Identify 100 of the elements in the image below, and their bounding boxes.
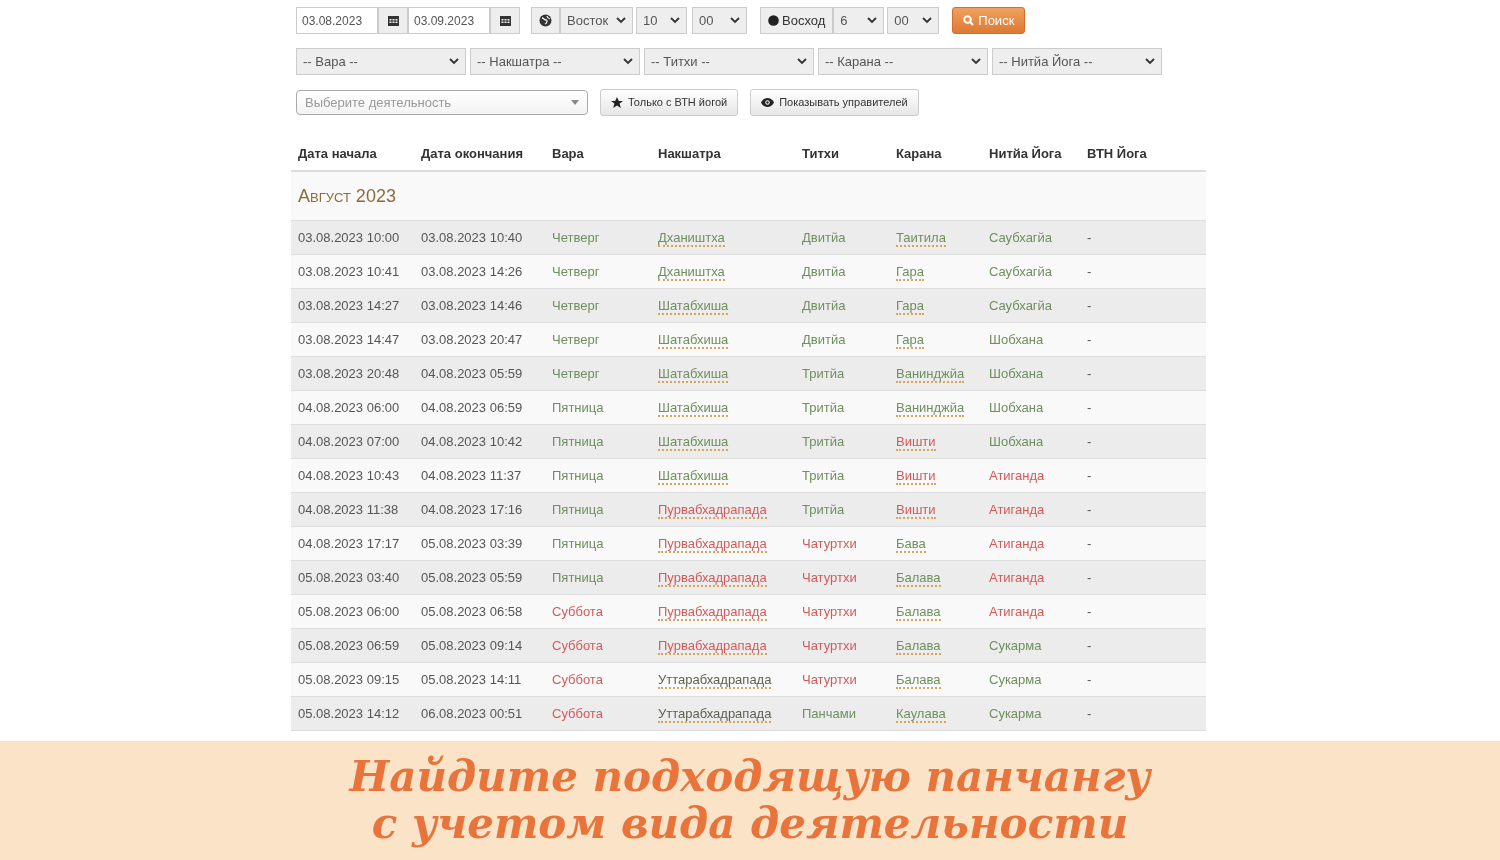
table-cell: Саубхагйа	[989, 229, 1053, 245]
table-cell: Суббота	[552, 705, 603, 721]
hour-select[interactable]: 10	[636, 7, 687, 34]
term-link[interactable]: Шатабхиша	[658, 297, 729, 315]
term-link[interactable]: Шатабхиша	[658, 331, 729, 349]
chevron-icon	[971, 58, 981, 65]
filter-select[interactable]: -- Карана --	[818, 48, 988, 75]
filter-select[interactable]: -- Накшатра --	[470, 48, 640, 75]
term-link[interactable]: Дхаништха	[658, 263, 725, 281]
table-cell: Пятница	[552, 399, 604, 415]
term-link[interactable]: Пурвабхадрапада	[658, 501, 767, 519]
table-cell: 05.08.2023 09:15	[298, 671, 400, 687]
table-cell: Шобхана	[989, 399, 1044, 415]
table-cell: Атиганда	[989, 467, 1045, 483]
term-link[interactable]: Дхаништха	[658, 229, 725, 247]
date-field[interactable]: 03.09.2023	[408, 7, 490, 34]
table-cell: -	[1087, 399, 1092, 415]
table-cell: 03.08.2023 20:48	[298, 365, 400, 381]
table-cell: -	[1087, 229, 1092, 245]
term-link[interactable]: Уттарабхадрапада	[658, 705, 772, 723]
term-link[interactable]: Вишти	[896, 433, 936, 451]
term-link[interactable]: Каулава	[896, 705, 946, 723]
term-link[interactable]: Бава	[896, 535, 926, 553]
filter-select[interactable]: -- Вара --	[296, 48, 466, 75]
table-cell: Двитйа	[802, 263, 846, 279]
term-link[interactable]: Шатабхиша	[658, 433, 729, 451]
table-cell: 05.08.2023 14:11	[421, 671, 522, 687]
term-link[interactable]: Гара	[896, 297, 924, 315]
table-cell: Четверг	[552, 365, 600, 381]
table-cell: Панчами	[802, 705, 856, 721]
table-cell: Чатуртхи	[802, 671, 857, 687]
column-header: Титхи	[802, 145, 841, 164]
chevron-icon	[623, 58, 633, 65]
table-cell: 05.08.2023 06:58	[421, 603, 523, 619]
filter-select[interactable]: -- Титхи --	[644, 48, 814, 75]
term-link[interactable]: Вишти	[896, 467, 936, 485]
calendar-icon[interactable]	[378, 7, 408, 34]
table-cell: 05.08.2023 03:39	[421, 535, 523, 551]
table-cell: 03.08.2023 14:27	[298, 297, 400, 313]
term-link[interactable]: Балава	[896, 637, 941, 655]
table-cell: Саубхагйа	[989, 263, 1053, 279]
table-cell: Сукарма	[989, 671, 1042, 687]
table-cell: Чатуртхи	[802, 603, 857, 619]
term-link[interactable]: Шатабхиша	[658, 399, 729, 417]
term-link[interactable]: Гара	[896, 331, 924, 349]
table-cell: -	[1087, 501, 1092, 517]
term-link[interactable]: Балава	[896, 569, 941, 587]
table-cell: Сукарма	[989, 637, 1042, 653]
table-cell: 04.08.2023 05:59	[421, 365, 523, 381]
table-cell: Тритйа	[802, 365, 845, 381]
table-cell: -	[1087, 297, 1092, 313]
table-cell: 04.08.2023 17:16	[421, 501, 523, 517]
table-cell: Четверг	[552, 331, 600, 347]
hour-select[interactable]: 6	[833, 7, 885, 34]
table-cell: 04.08.2023 06:59	[421, 399, 523, 415]
term-link[interactable]: Гара	[896, 263, 924, 281]
term-link[interactable]: Пурвабхадрапада	[658, 569, 767, 587]
banner-text: Найдите подходящую панчангу	[349, 754, 1151, 801]
chevron-icon	[730, 17, 740, 24]
term-link[interactable]: Ванинджйа	[896, 365, 965, 383]
table-cell: 04.08.2023 06:00	[298, 399, 400, 415]
toggle-button[interactable]: Показывать управителей	[750, 89, 919, 116]
table-cell: 04.08.2023 07:00	[298, 433, 400, 449]
term-link[interactable]: Таитила	[896, 229, 946, 247]
calendar-icon[interactable]	[490, 7, 520, 34]
term-link[interactable]: Балава	[896, 603, 941, 621]
chevron-icon	[922, 17, 933, 24]
globe-icon[interactable]	[531, 7, 560, 34]
column-header: Дата начала	[297, 145, 378, 164]
term-link[interactable]: Балава	[896, 671, 941, 689]
table-cell: -	[1087, 331, 1092, 347]
minute-select[interactable]: 00	[887, 7, 940, 34]
table-cell: -	[1087, 263, 1092, 279]
table-cell: 05.08.2023 14:12	[298, 705, 400, 721]
table-cell: 04.08.2023 11:38	[298, 501, 399, 517]
table-cell: Сукарма	[989, 705, 1042, 721]
table-cell: Двитйа	[802, 331, 846, 347]
chevron-icon	[1145, 58, 1155, 65]
term-link[interactable]: Пурвабхадрапада	[658, 603, 767, 621]
column-header: Карана	[896, 145, 943, 164]
filter-select[interactable]: -- Нитйа Йога --	[992, 48, 1162, 75]
table-cell: 05.08.2023 05:59	[421, 569, 523, 585]
term-link[interactable]: Шатабхиша	[658, 365, 729, 383]
table-cell: -	[1087, 467, 1092, 483]
term-link[interactable]: Пурвабхадрапада	[658, 535, 767, 553]
table-cell: -	[1087, 535, 1092, 551]
toggle-button[interactable]: Только с ВТН йогой	[600, 89, 739, 116]
activity-select[interactable]: Выберите деятельность	[296, 90, 588, 115]
sun-icon	[768, 15, 779, 26]
table-cell: -	[1087, 365, 1092, 381]
term-link[interactable]: Уттарабхадрапада	[658, 671, 772, 689]
term-link[interactable]: Шатабхиша	[658, 467, 729, 485]
term-link[interactable]: Пурвабхадрапада	[658, 637, 767, 655]
minute-select[interactable]: 00	[692, 7, 747, 34]
table-cell: Четверг	[552, 263, 600, 279]
search-button[interactable]: Поиск	[952, 7, 1026, 34]
direction-select[interactable]: Восток	[560, 7, 633, 34]
date-field[interactable]: 03.08.2023	[296, 7, 378, 34]
term-link[interactable]: Вишти	[896, 501, 936, 519]
term-link[interactable]: Ванинджйа	[896, 399, 965, 417]
